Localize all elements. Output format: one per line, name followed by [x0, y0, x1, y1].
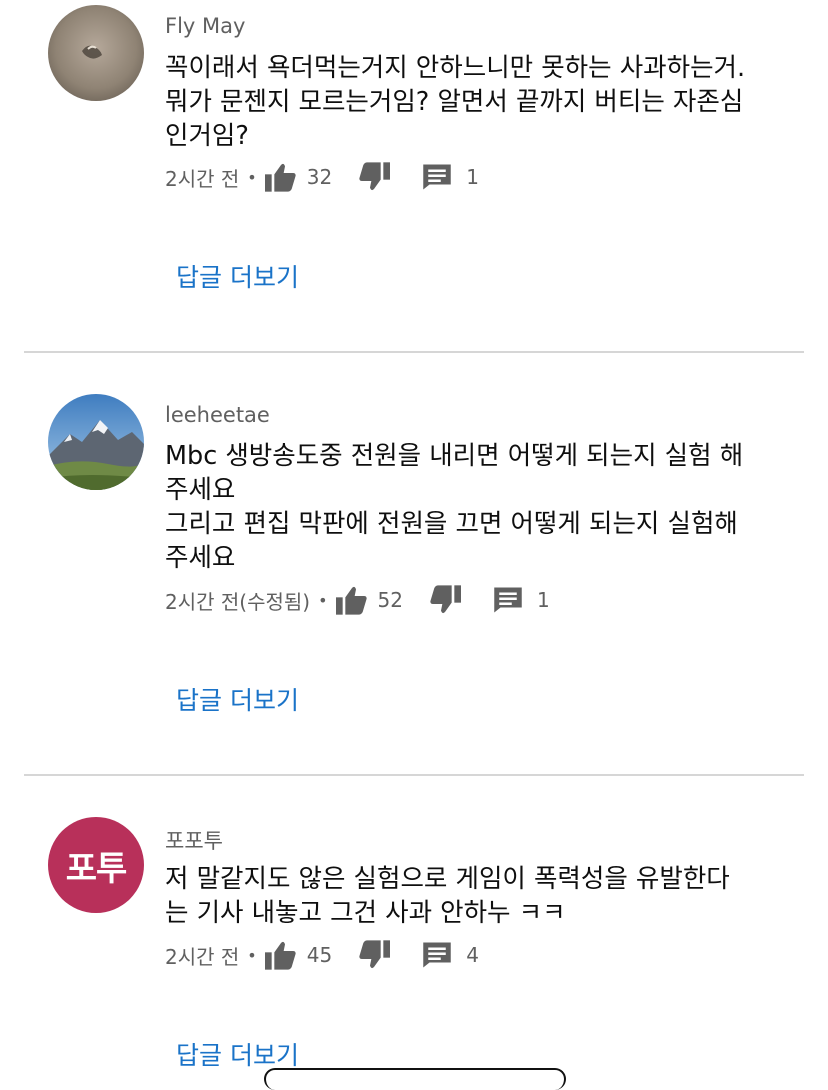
comment-icon [494, 587, 522, 613]
thumbs-up-icon [264, 941, 296, 970]
dislike-button[interactable] [358, 940, 391, 970]
reply-count: 1 [536, 588, 550, 612]
photo-avatar-stone-icon [48, 5, 144, 101]
comment-meta: 2시간 전 • 45 4 [165, 940, 479, 970]
avatar-initials: 포투 [65, 848, 128, 889]
floating-pill-edge [264, 1068, 566, 1090]
comment-meta: 2시간 전 • 32 1 [165, 162, 479, 192]
comment-time: 2시간 전 [165, 166, 240, 191]
reply-button[interactable] [422, 163, 452, 191]
reply-count: 4 [466, 943, 479, 967]
thumbs-down-icon [359, 940, 391, 969]
comment-divider [24, 351, 804, 353]
thumbs-up-icon [335, 586, 367, 615]
comment-time: 2시간 전 [165, 944, 240, 969]
comment-author[interactable]: Fly May [165, 14, 245, 38]
comment-text: 저 말같지도 않은 실험으로 게임이 폭력성을 유발한다 는 기사 내놓고 그건… [165, 864, 730, 928]
comment-author[interactable]: leeheetae [165, 403, 270, 427]
dislike-button[interactable] [358, 162, 391, 192]
like-button[interactable] [335, 585, 368, 615]
reply-count: 1 [466, 165, 479, 189]
comment-icon [423, 942, 451, 968]
user-avatar[interactable] [48, 394, 144, 490]
comment-time: 2시간 전(수정됨) [165, 589, 311, 614]
like-count: 52 [377, 588, 403, 612]
more-replies-link[interactable]: 답글 더보기 [176, 258, 299, 294]
thumbs-up-icon [264, 163, 296, 192]
comment-text: 꼭이래서 욕더먹는거지 안하느니만 못하는 사과하는거. 뭐가 문젠지 모르는거… [165, 53, 746, 151]
like-count: 45 [306, 943, 333, 967]
separator-dot: • [318, 590, 328, 610]
dislike-button[interactable] [429, 585, 461, 615]
separator-dot: • [247, 167, 257, 187]
like-button[interactable] [264, 940, 297, 970]
user-avatar[interactable] [48, 5, 144, 101]
comment-author[interactable]: 포포투 [165, 825, 223, 855]
comment-icon [423, 164, 451, 190]
thumbs-down-icon [430, 585, 461, 614]
more-replies-link[interactable]: 답글 더보기 [176, 681, 299, 717]
comment-divider [24, 774, 804, 776]
reply-button[interactable] [493, 586, 523, 614]
comment-text: Mbc 생방송도중 전원을 내리면 어떻게 되는지 실험 해 주세요 그리고 편… [165, 441, 744, 573]
like-count: 32 [306, 165, 333, 189]
thumbs-down-icon [359, 162, 391, 191]
photo-avatar-mountain-icon [48, 394, 144, 490]
more-replies-link[interactable]: 답글 더보기 [176, 1036, 299, 1072]
like-button[interactable] [264, 162, 297, 192]
separator-dot: • [247, 945, 257, 965]
user-avatar[interactable]: 포투 [48, 817, 144, 913]
comment-meta: 2시간 전(수정됨) • 52 1 [165, 585, 550, 615]
reply-button[interactable] [422, 941, 452, 969]
